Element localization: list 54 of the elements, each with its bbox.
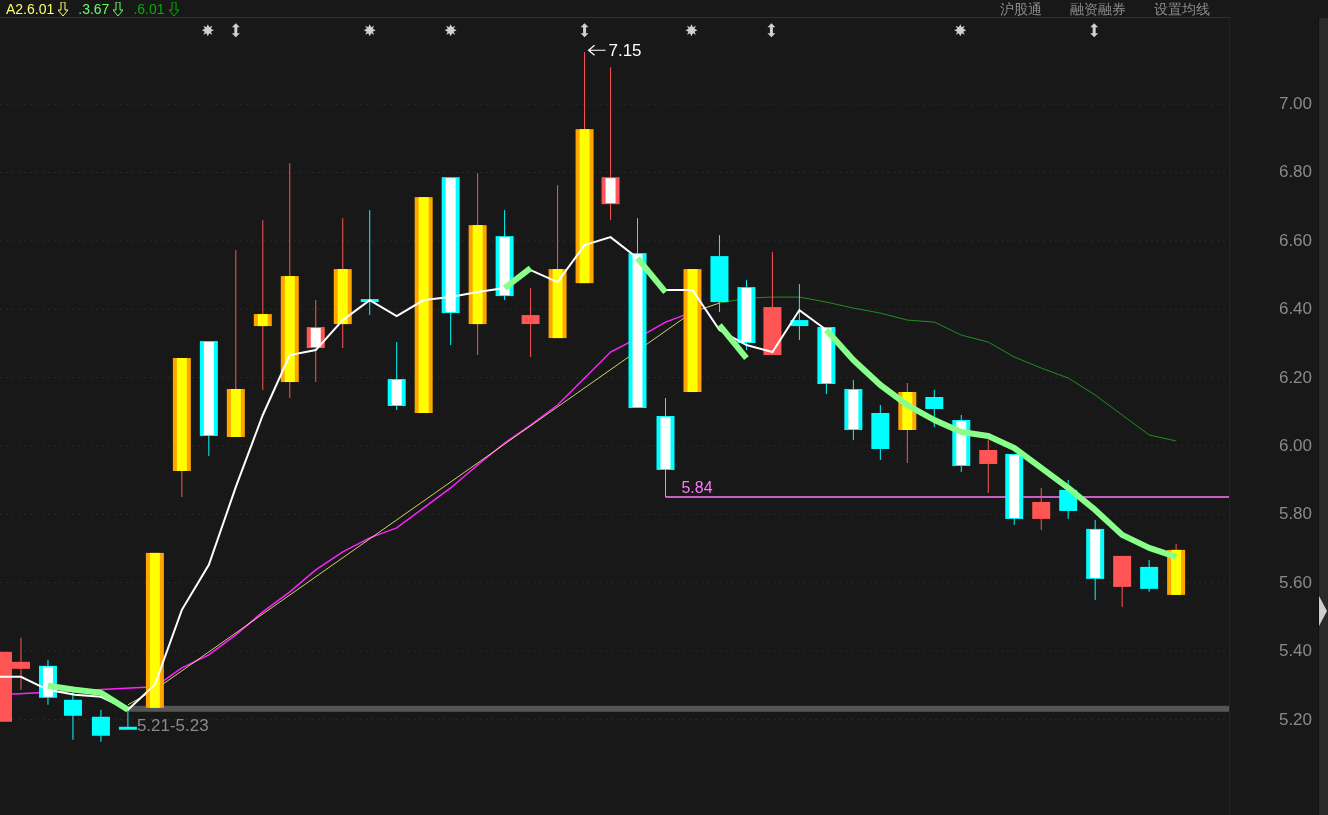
indicator-value: A2.6.01 (6, 0, 55, 17)
indicator-value: .3.67 (78, 0, 110, 17)
toolbar-link[interactable]: 融资融券 (1070, 0, 1126, 17)
candlestick (844, 379, 863, 441)
down-arrow-icon (168, 1, 179, 16)
down-arrow-icon (113, 1, 124, 16)
trend-highlight-line (717, 323, 749, 360)
price-axis-label: 6.60 (1278, 229, 1312, 252)
star-marker-icon (685, 24, 698, 37)
indicator-value: .6.01 (133, 0, 165, 17)
up-down-arrow-icon (580, 23, 589, 38)
candlestick (925, 389, 944, 428)
candlestick (63, 689, 82, 741)
price-axis-label: 6.40 (1278, 298, 1312, 321)
toolbar-link[interactable]: 沪股通 (1000, 0, 1042, 17)
price-axis-label: 5.60 (1278, 571, 1312, 594)
price-axis-label: 5.80 (1278, 503, 1312, 526)
candlestick (979, 439, 998, 494)
candlestick (1167, 543, 1186, 596)
candlestick (521, 287, 540, 358)
high-price-label: 7.15 (608, 41, 642, 61)
candlestick (737, 279, 756, 351)
candlestick (871, 404, 890, 461)
star-marker-icon (363, 24, 376, 37)
price-axis-label: 6.20 (1278, 366, 1312, 389)
toolbar-link[interactable]: 设置均线 (1154, 0, 1210, 17)
up-down-arrow-icon (1090, 23, 1099, 38)
star-marker-icon (444, 24, 457, 37)
reference-price-label: 5.84 (681, 478, 713, 496)
price-axis-label: 5.40 (1278, 640, 1312, 663)
up-down-arrow-icon (767, 23, 776, 38)
candlestick (1032, 487, 1051, 531)
down-arrow-icon (58, 1, 69, 16)
up-down-arrow-icon (231, 23, 240, 38)
candlestick (1059, 479, 1078, 520)
candlestick (790, 283, 809, 341)
candlestick (1113, 555, 1132, 608)
candlestick (387, 341, 406, 411)
collapse-arrow-icon[interactable] (1319, 596, 1327, 626)
price-axis-label: 7.00 (1278, 93, 1312, 115)
candlestick (817, 326, 836, 395)
low-price-label: 5.21-5.23 (136, 715, 209, 735)
price-axis-label: 6.80 (1278, 161, 1312, 184)
candlestick (91, 709, 110, 743)
candlestick (38, 659, 57, 706)
price-axis-label: 5.20 (1278, 708, 1312, 731)
trend-highlight-line (635, 256, 668, 294)
trend-highlight-line (502, 265, 533, 291)
candlestick (1140, 559, 1159, 593)
star-marker-icon (954, 24, 967, 37)
star-marker-icon (201, 24, 214, 37)
candlestick (118, 709, 137, 731)
price-axis-label: 6.00 (1278, 435, 1312, 457)
left-arrow-icon (587, 44, 607, 56)
